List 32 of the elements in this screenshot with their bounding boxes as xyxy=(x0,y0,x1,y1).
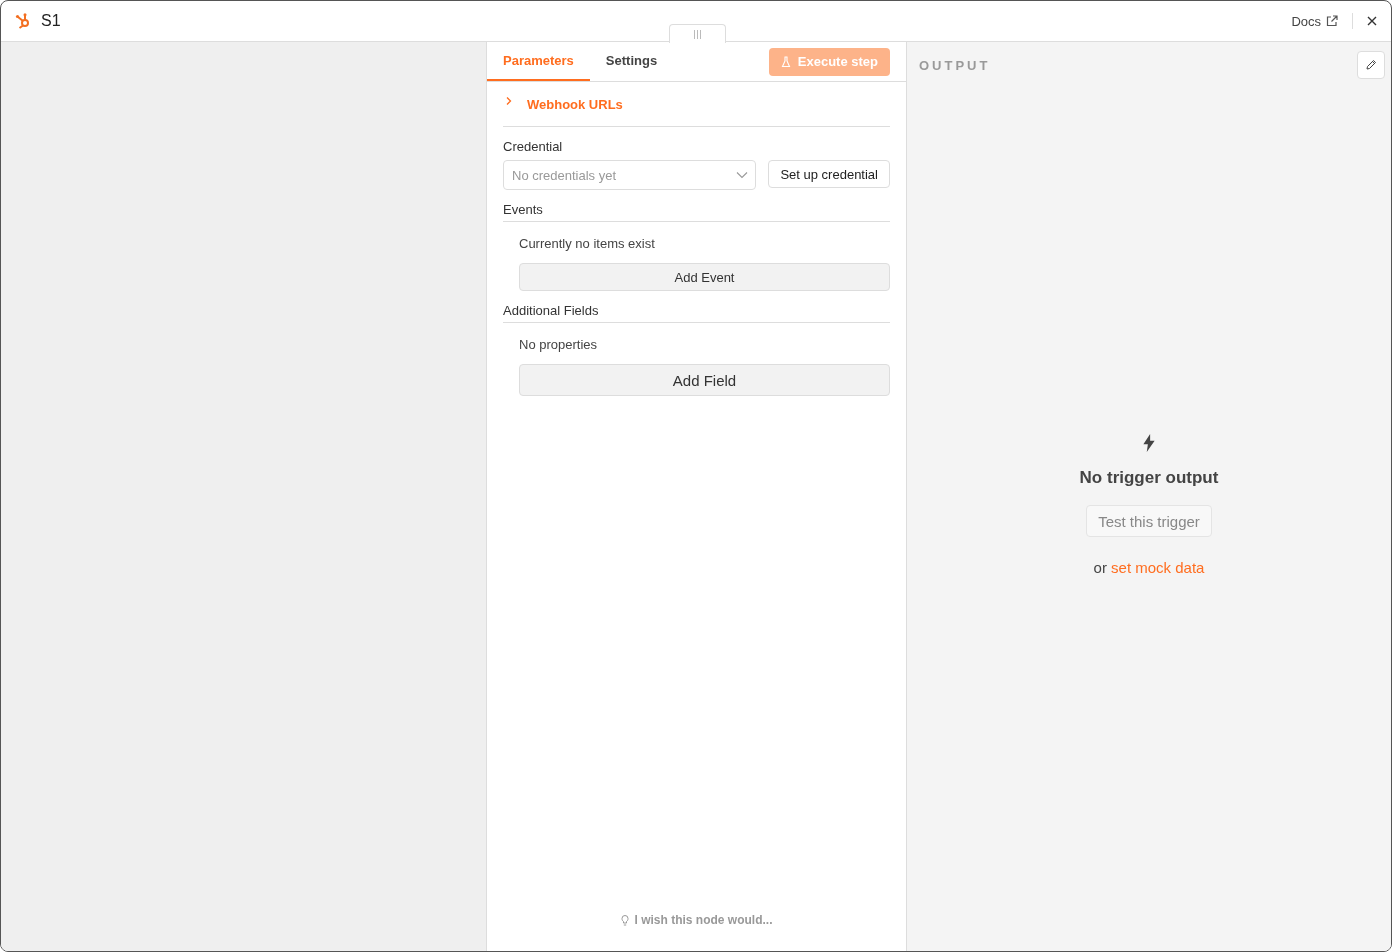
dropdown-caret-icon xyxy=(736,171,749,179)
section-title: Additional Fields xyxy=(503,303,600,318)
edit-button[interactable] xyxy=(1357,51,1385,79)
window-title: S1 xyxy=(41,12,61,30)
empty-text: No properties xyxy=(519,337,599,352)
test-trigger-button[interactable]: Test this trigger xyxy=(1086,505,1212,537)
pencil-icon xyxy=(1365,59,1377,71)
flask-icon xyxy=(780,55,791,68)
hubspot-logo-icon xyxy=(15,13,31,29)
empty-text: Currently no items exist xyxy=(519,236,656,251)
output-heading: OUTPUT xyxy=(919,57,991,73)
tab[interactable]: Settings xyxy=(589,42,674,81)
mock-prefix: or xyxy=(1093,559,1107,576)
lightbulb-icon xyxy=(620,914,629,926)
feedback-link[interactable]: I wish this node would... xyxy=(620,913,773,927)
webhook-urls-toggle[interactable]: Webhook URLs xyxy=(503,82,890,126)
chevron-icon xyxy=(505,96,513,106)
section-title: Events xyxy=(503,202,544,217)
set-mock-data-link[interactable]: set mock data xyxy=(1111,559,1205,576)
add-button[interactable]: Add Event xyxy=(519,263,890,291)
drag-handle[interactable] xyxy=(669,24,726,43)
credential-select[interactable]: No credentials yet xyxy=(503,160,757,190)
empty-title: No trigger output xyxy=(1079,468,1219,488)
close-icon[interactable] xyxy=(1367,16,1377,26)
grip-icon xyxy=(693,29,702,39)
set-up-credential-button[interactable]: Set up credential xyxy=(768,160,890,188)
add-button[interactable]: Add Field xyxy=(519,364,890,396)
field-label: Credential xyxy=(503,139,564,154)
tab[interactable]: Parameters xyxy=(487,42,590,81)
external-link-icon xyxy=(1326,15,1338,27)
docs-link[interactable]: Docs xyxy=(1291,13,1338,29)
lightning-icon xyxy=(1142,434,1156,452)
